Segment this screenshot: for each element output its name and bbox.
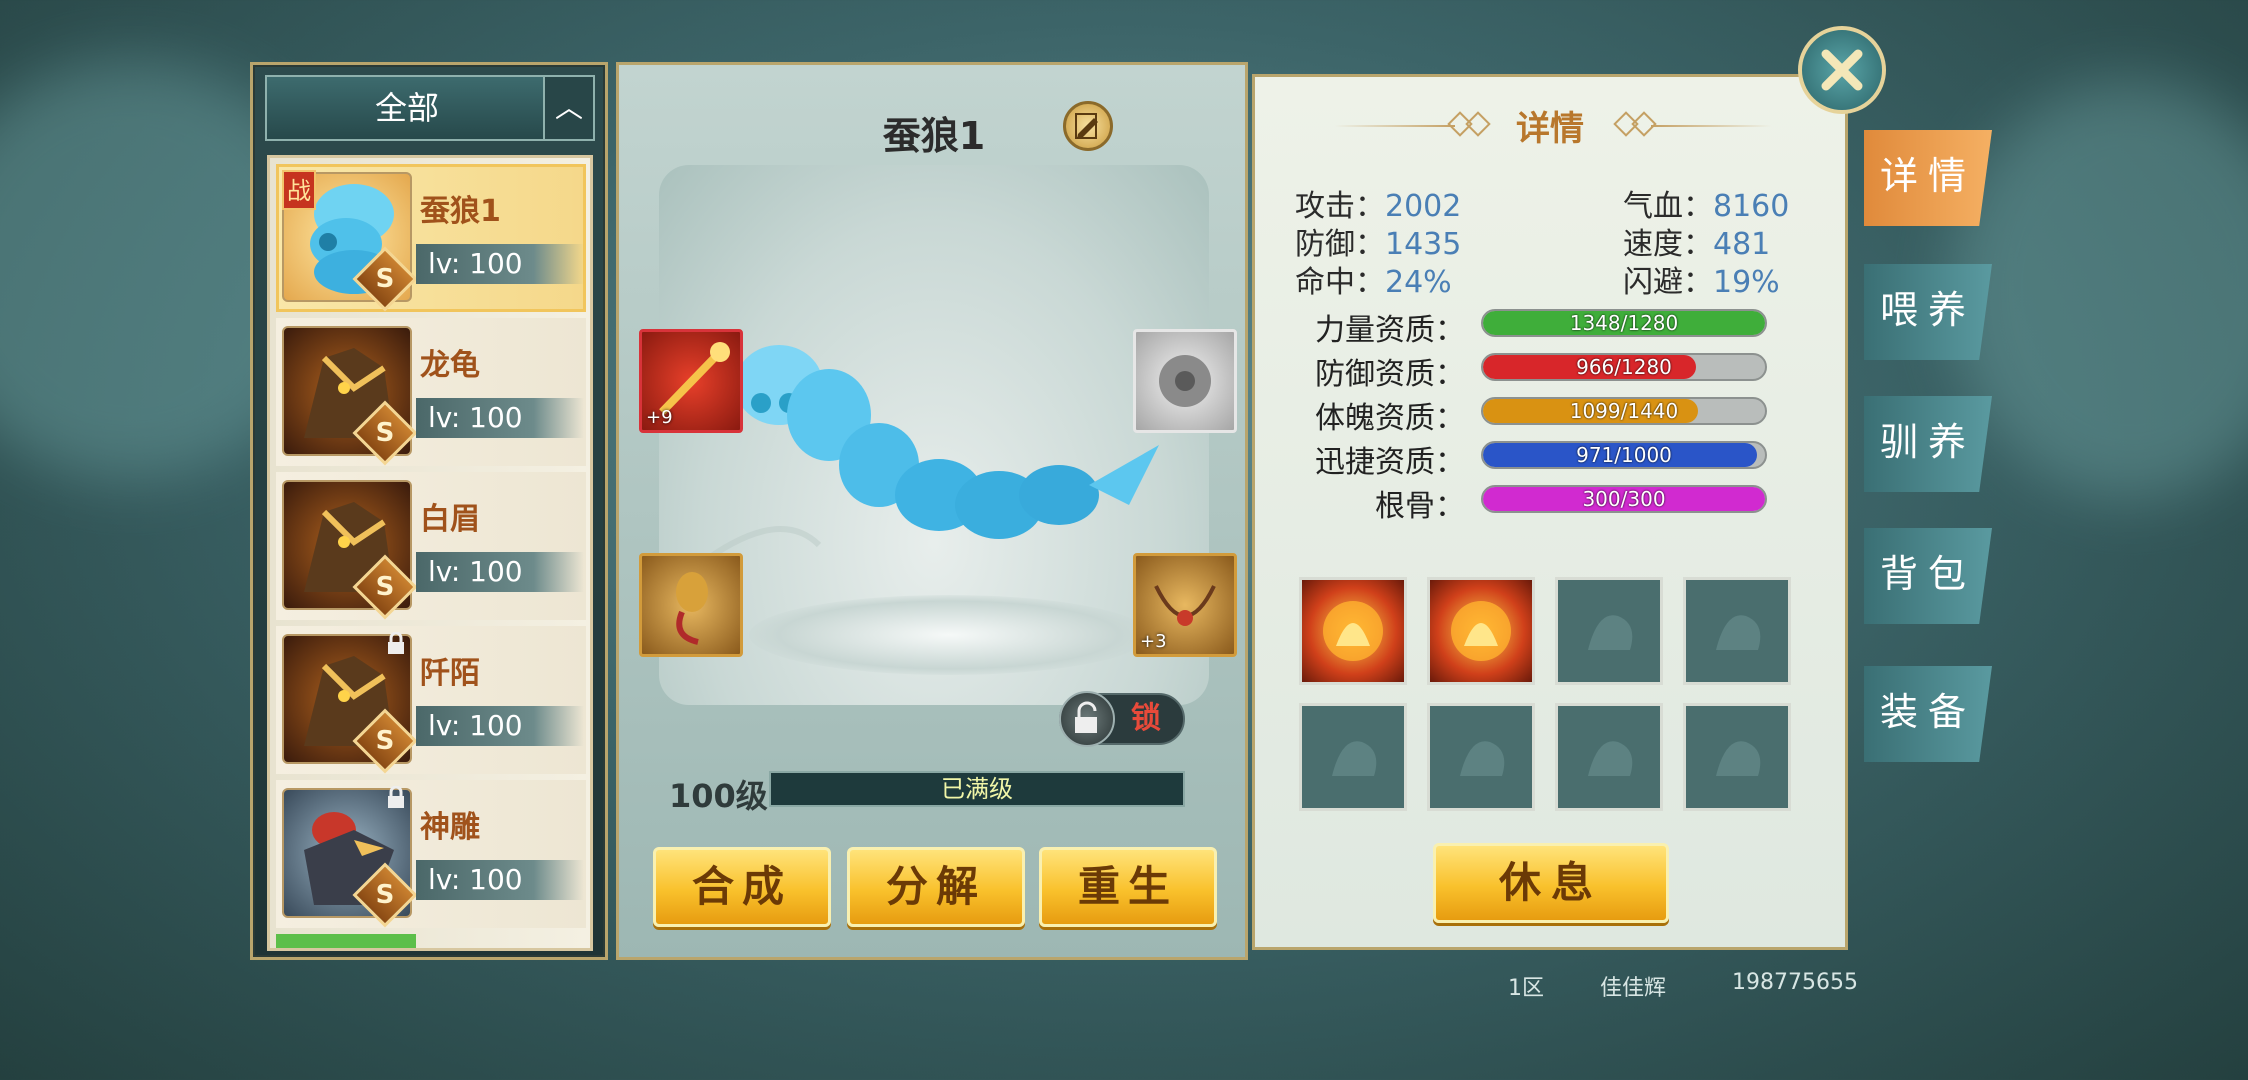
pet-level: lv: 100 xyxy=(416,860,584,900)
combine-button[interactable]: 合成 xyxy=(653,847,831,927)
close-icon xyxy=(1821,49,1863,91)
empty-skill-icon xyxy=(1588,615,1633,650)
skill-slot[interactable] xyxy=(1683,703,1791,811)
pet-name: 阡陌 xyxy=(420,656,480,691)
pet-list-item[interactable]: S 白眉 lv: 100 xyxy=(276,472,586,620)
skill-slot[interactable] xyxy=(1555,703,1663,811)
lock-label: 锁 xyxy=(1131,701,1161,736)
pet-detail-panel: 详情 攻击：2002 气血：8160 防御：1435 速度：481 命中：24%… xyxy=(1252,74,1848,950)
background-glow-right xyxy=(1950,80,2248,500)
tab-equip[interactable]: 装备 xyxy=(1864,666,1992,762)
empty-skill-icon xyxy=(1716,741,1761,776)
equip-enhance-level: +9 xyxy=(646,407,673,428)
chevron-up-icon[interactable]: ︿ xyxy=(543,77,593,139)
lock-icon xyxy=(388,632,404,654)
pet-level: lv: 100 xyxy=(416,398,584,438)
equip-slot-accessory[interactable] xyxy=(639,553,743,657)
lock-icon xyxy=(388,786,404,808)
pet-name: 神雕 xyxy=(420,810,480,845)
empty-skill-icon xyxy=(1716,615,1761,650)
aptitude-value: 971/1000 xyxy=(1576,443,1672,467)
pendant-icon xyxy=(676,572,708,645)
aptitude-value: 1099/1440 xyxy=(1569,399,1679,423)
skill-slot[interactable] xyxy=(1299,703,1407,811)
aptitude-bar: 971/1000 xyxy=(1481,441,1767,469)
skill-slot[interactable] xyxy=(1683,577,1791,685)
list-item-partial xyxy=(276,934,416,948)
pet-level: lv: 100 xyxy=(416,552,584,592)
aptitude-label: 体魄资质： xyxy=(1315,401,1465,436)
skill-slot[interactable] xyxy=(1427,703,1535,811)
aptitude-label: 力量资质： xyxy=(1315,313,1465,348)
title-ornament xyxy=(1651,125,1771,127)
tab-detail[interactable]: 详情 xyxy=(1864,130,1992,226)
aptitude-label: 防御资质： xyxy=(1315,357,1465,392)
aptitude-label: 迅捷资质： xyxy=(1315,445,1465,480)
pet-name: 龙龟 xyxy=(420,348,480,383)
rename-button[interactable] xyxy=(1063,101,1113,151)
stat-dodge: 闪避：19% xyxy=(1623,265,1780,300)
level-status: 已满级 xyxy=(941,775,1013,803)
empty-skill-icon xyxy=(1332,741,1377,776)
stat-hit: 命中：24% xyxy=(1295,265,1452,300)
tab-feed[interactable]: 喂养 xyxy=(1864,264,1992,360)
filter-label: 全部 xyxy=(374,89,439,127)
equip-enhance-level: +3 xyxy=(1140,631,1167,652)
empty-skill-icon xyxy=(1460,741,1505,776)
tab-bag[interactable]: 背包 xyxy=(1864,528,1992,624)
aptitude-label: 根骨： xyxy=(1375,489,1465,524)
pet-lock-toggle[interactable]: 锁 xyxy=(1059,691,1185,747)
empty-skill-icon xyxy=(1588,741,1633,776)
rest-button[interactable]: 休息 xyxy=(1433,843,1669,923)
pet-title: 蚕狼1 xyxy=(882,114,986,158)
skill-slot[interactable] xyxy=(1299,577,1407,685)
filter-dropdown[interactable]: 全部 ︿ xyxy=(265,75,595,141)
fire-skill-icon xyxy=(1451,601,1511,661)
aptitude-bar: 1099/1440 xyxy=(1481,397,1767,425)
player-name: 佳佳辉 xyxy=(1600,976,1667,1001)
player-id: 198775655 xyxy=(1732,970,1858,995)
decompose-button[interactable]: 分解 xyxy=(847,847,1025,927)
pet-showcase-panel: 蚕狼1 +9 +3 锁 100级 已满级 合成 分解 重生 xyxy=(616,62,1248,960)
pet-list-item[interactable]: S 阡陌 lv: 100 xyxy=(276,626,586,774)
pet-list[interactable]: 战 S 蚕狼1 lv: 100 S 龙龟 lv: 100 S 白眉 lv: 10… xyxy=(267,155,593,951)
pet-name: 白眉 xyxy=(420,502,480,537)
tab-tame[interactable]: 驯养 xyxy=(1864,396,1992,492)
equip-slot-weapon[interactable]: +9 xyxy=(639,329,743,433)
rebirth-button[interactable]: 重生 xyxy=(1039,847,1217,927)
aptitude-value: 966/1280 xyxy=(1576,355,1672,379)
skill-slot[interactable] xyxy=(1427,577,1535,685)
unlock-icon xyxy=(1059,691,1115,747)
equip-slot-armor[interactable] xyxy=(1133,329,1237,433)
equip-slot-necklace[interactable]: +3 xyxy=(1133,553,1237,657)
aptitude-bar: 300/300 xyxy=(1481,485,1767,513)
pet-level: lv: 100 xyxy=(416,706,584,746)
aptitude-bar: 966/1280 xyxy=(1481,353,1767,381)
pet-list-item[interactable]: 战 S 蚕狼1 lv: 100 xyxy=(276,164,586,312)
armor-icon xyxy=(1159,355,1211,407)
fire-skill-icon xyxy=(1323,601,1383,661)
level-label: 100级 xyxy=(669,777,768,815)
aptitude-value: 1348/1280 xyxy=(1569,311,1679,335)
server-label: 1区 xyxy=(1508,976,1544,1001)
aptitude-value: 300/300 xyxy=(1582,487,1666,511)
close-button[interactable] xyxy=(1798,26,1886,114)
pet-list-item[interactable]: S 神雕 lv: 100 xyxy=(276,780,586,928)
edit-icon xyxy=(1075,113,1098,139)
level-progress-bar: 已满级 xyxy=(769,771,1185,807)
pet-platform xyxy=(749,595,1149,675)
aptitude-bar: 1348/1280 xyxy=(1481,309,1767,337)
battle-tag: 战 xyxy=(282,170,316,210)
skill-slot[interactable] xyxy=(1555,577,1663,685)
pet-list-panel: 全部 ︿ 战 S 蚕狼1 lv: 100 S 龙龟 lv: 100 S 白眉 l… xyxy=(250,62,608,960)
pet-name: 蚕狼1 xyxy=(420,194,501,229)
pet-list-item[interactable]: S 龙龟 lv: 100 xyxy=(276,318,586,466)
pet-level: lv: 100 xyxy=(416,244,584,284)
